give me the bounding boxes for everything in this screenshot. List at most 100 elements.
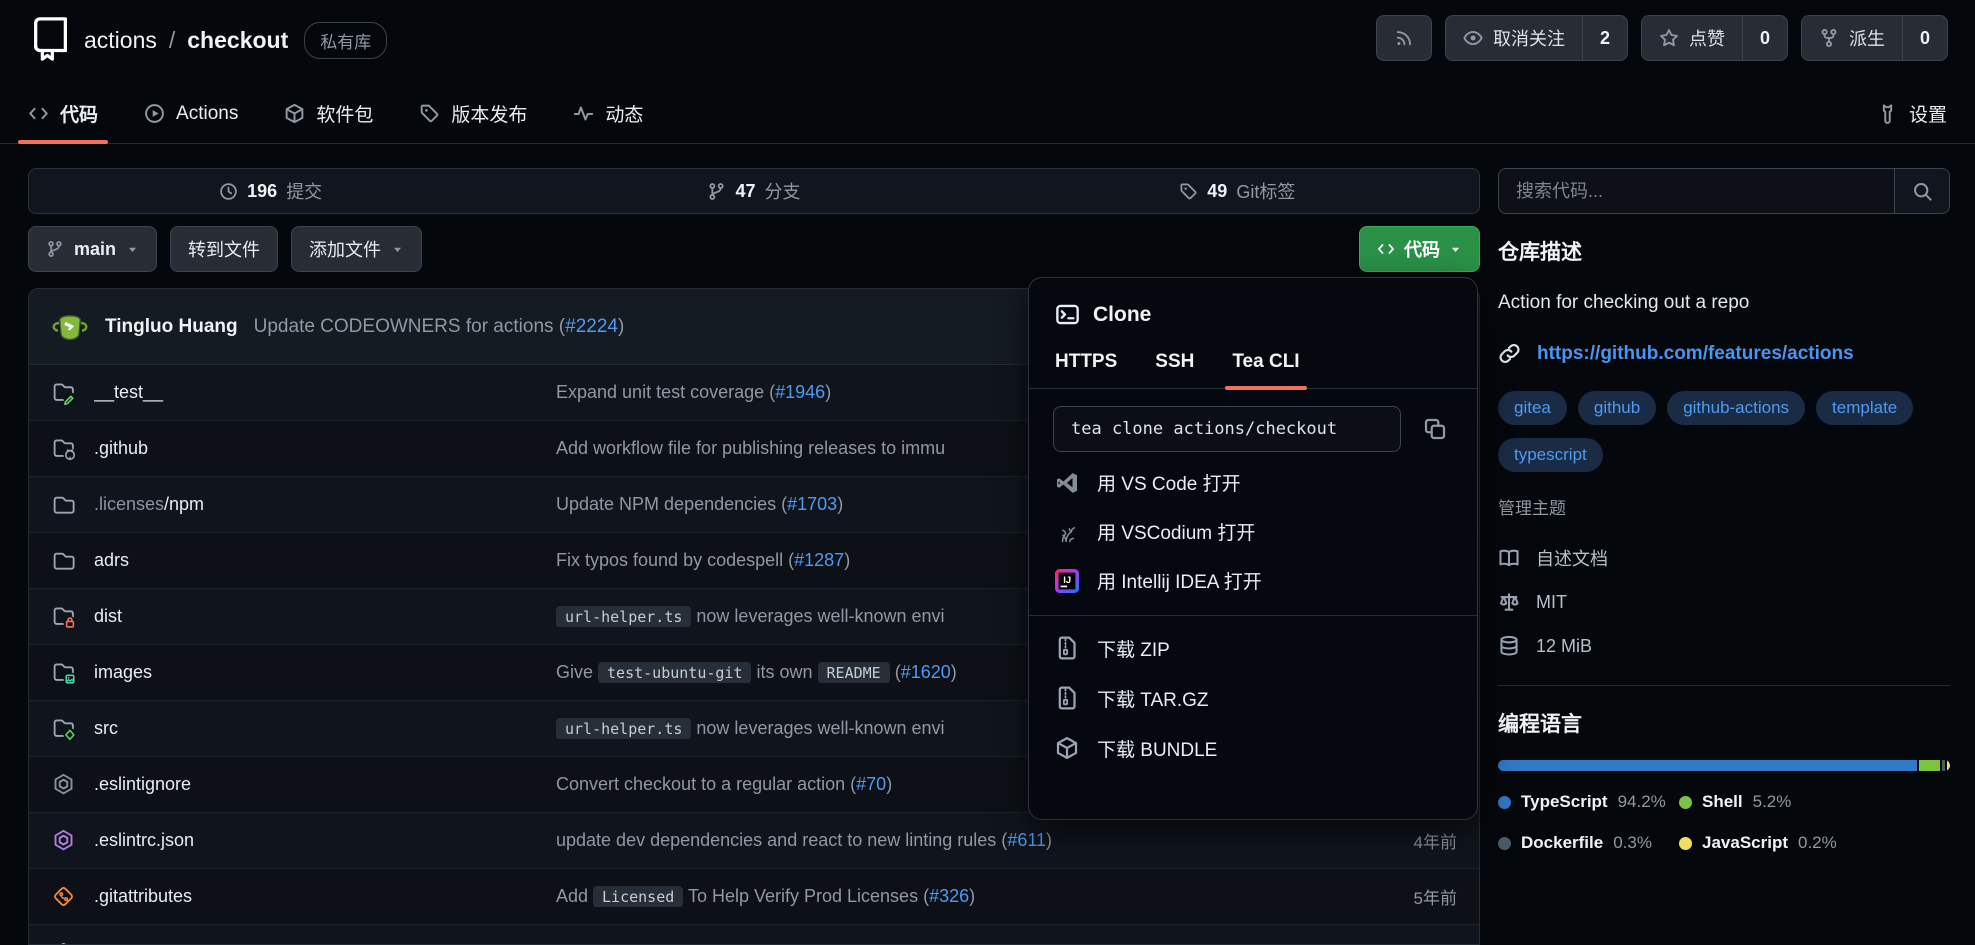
- unwatch-count[interactable]: 2: [1582, 16, 1627, 60]
- issue-link[interactable]: #611: [1007, 830, 1046, 850]
- tab-settings[interactable]: 设置: [1877, 84, 1947, 143]
- clone-tab-ssh[interactable]: SSH: [1155, 351, 1194, 388]
- fork-button[interactable]: 派生0: [1801, 15, 1948, 61]
- language-legend-item[interactable]: Shell5.2%: [1679, 792, 1950, 812]
- file-row[interactable]: .gitattributesAdd Licensed To Help Verif…: [29, 869, 1479, 925]
- branch-selector[interactable]: main: [28, 226, 157, 272]
- fork-count[interactable]: 0: [1902, 16, 1947, 60]
- topic-pill[interactable]: typescript: [1498, 438, 1603, 472]
- fork-button-label: 派生: [1802, 16, 1902, 60]
- code-clone-button[interactable]: 代码: [1359, 226, 1480, 272]
- active-clone-tab-underline: [1225, 386, 1306, 390]
- open-in-editor-item[interactable]: 用 VSCodium 打开: [1029, 507, 1477, 556]
- meta-item-label: 12 MiB: [1536, 636, 1592, 657]
- language-bar[interactable]: [1498, 760, 1950, 771]
- download-item[interactable]: 下载 BUNDLE: [1029, 723, 1477, 773]
- star-button[interactable]: 点赞0: [1641, 15, 1788, 61]
- language-dot: [1498, 837, 1511, 850]
- meta-item[interactable]: MIT: [1498, 580, 1950, 624]
- file-name[interactable]: src: [94, 718, 556, 739]
- search-button[interactable]: [1894, 169, 1949, 213]
- breadcrumb: actions / checkout 私有库: [84, 22, 387, 59]
- clone-command-input[interactable]: tea clone actions/checkout: [1053, 406, 1401, 452]
- file-name[interactable]: images: [94, 662, 556, 683]
- code-chip: url-helper.ts: [556, 606, 691, 627]
- file-row[interactable]: .eslintrc.jsonupdate dev dependencies an…: [29, 813, 1479, 869]
- issue-link[interactable]: #1946: [775, 382, 825, 402]
- topic-pill[interactable]: template: [1816, 391, 1913, 425]
- repo-owner-link[interactable]: actions: [84, 27, 157, 54]
- avatar[interactable]: [51, 308, 89, 346]
- download-item-label: 下载 ZIP: [1097, 635, 1170, 662]
- file-name[interactable]: .gitattributes: [94, 886, 556, 907]
- website-link[interactable]: https://github.com/features/actions: [1537, 343, 1854, 365]
- repo-name-link[interactable]: checkout: [187, 27, 288, 54]
- message-text: Add workflow file for publishing release…: [556, 438, 945, 458]
- file-name[interactable]: .eslintrc.json: [94, 830, 556, 851]
- open-in-editor-item[interactable]: IJ用 Intellij IDEA 打开: [1029, 556, 1477, 605]
- download-item[interactable]: 下载 TAR.GZ: [1029, 673, 1477, 723]
- clone-tab-https[interactable]: HTTPS: [1055, 351, 1117, 388]
- open-in-editor-item[interactable]: 用 VS Code 打开: [1029, 458, 1477, 507]
- issue-link[interactable]: #2224: [565, 316, 618, 337]
- topic-pill[interactable]: gitea: [1498, 391, 1567, 425]
- goto-file-button[interactable]: 转到文件: [170, 226, 278, 272]
- file-name[interactable]: .eslintignore: [94, 774, 556, 795]
- file-commit-message: Add Licensed To Help Verify Prod License…: [556, 886, 1345, 907]
- language-legend-item[interactable]: Dockerfile0.3%: [1498, 833, 1679, 853]
- description-title: 仓库描述: [1498, 236, 1950, 266]
- rss-button[interactable]: [1376, 15, 1432, 61]
- file-name[interactable]: dist: [94, 606, 556, 627]
- git-orange-icon: [51, 940, 77, 945]
- tag-icon: [419, 103, 440, 124]
- topic-pill[interactable]: github: [1578, 391, 1656, 425]
- search-input[interactable]: [1499, 169, 1894, 213]
- file-row[interactable]: [29, 925, 1479, 945]
- language-legend-item[interactable]: TypeScript94.2%: [1498, 792, 1679, 812]
- tab-activity[interactable]: 动态: [573, 84, 643, 143]
- meta-item[interactable]: 12 MiB: [1498, 624, 1950, 668]
- unwatch-button[interactable]: 取消关注2: [1445, 15, 1628, 61]
- language-legend-item[interactable]: JavaScript0.2%: [1679, 833, 1950, 853]
- file-name[interactable]: adrs: [94, 550, 556, 571]
- file-commit-date: 5年前: [1345, 884, 1457, 909]
- manage-topics-link[interactable]: 管理主题: [1498, 494, 1566, 519]
- tab-packages[interactable]: 软件包: [284, 84, 373, 143]
- issue-link[interactable]: #326: [929, 886, 969, 906]
- download-item-label: 下载 BUNDLE: [1097, 735, 1217, 762]
- code-chip: test-ubuntu-git: [598, 662, 751, 683]
- stat-分支[interactable]: 47分支: [512, 169, 995, 213]
- issue-link[interactable]: #1703: [787, 494, 837, 514]
- database-icon: [1498, 635, 1520, 657]
- intellij-icon: IJ: [1054, 568, 1080, 594]
- stat-提交[interactable]: 196提交: [29, 169, 512, 213]
- file-name[interactable]: .licenses/npm: [94, 494, 556, 515]
- issue-link[interactable]: #70: [856, 774, 886, 794]
- svg-text:IJ: IJ: [1063, 574, 1071, 585]
- message-text: Give: [556, 662, 598, 682]
- copy-button[interactable]: [1417, 411, 1453, 447]
- star-count[interactable]: 0: [1742, 16, 1787, 60]
- stat-Git标签[interactable]: 49Git标签: [996, 169, 1479, 213]
- topic-pill[interactable]: github-actions: [1667, 391, 1805, 425]
- add-file-button[interactable]: 添加文件: [291, 226, 422, 272]
- language-percent: 0.2%: [1798, 833, 1837, 853]
- clone-tab-tea-cli[interactable]: Tea CLI: [1232, 351, 1299, 388]
- message-text: Expand unit test coverage (: [556, 382, 775, 402]
- branch-icon: [46, 240, 64, 258]
- file-name[interactable]: __test__: [94, 382, 556, 403]
- file-name[interactable]: .github: [94, 438, 556, 459]
- popup-divider: [1029, 615, 1477, 616]
- download-item[interactable]: 下载 ZIP: [1029, 623, 1477, 673]
- tab-actions[interactable]: Actions: [144, 84, 238, 143]
- file-name-text: adrs: [94, 550, 129, 570]
- stat-label: Git标签: [1236, 178, 1295, 204]
- site-logo-icon[interactable]: [28, 15, 74, 61]
- tab-releases[interactable]: 版本发布: [419, 84, 527, 143]
- tab-code[interactable]: 代码: [28, 84, 98, 143]
- repo-toolbar: main 转到文件 添加文件 代码: [28, 226, 1480, 272]
- commit-author[interactable]: Tingluo Huang: [105, 316, 238, 338]
- meta-item[interactable]: 自述文档: [1498, 536, 1950, 580]
- issue-link[interactable]: #1287: [794, 550, 844, 570]
- issue-link[interactable]: #1620: [901, 662, 951, 682]
